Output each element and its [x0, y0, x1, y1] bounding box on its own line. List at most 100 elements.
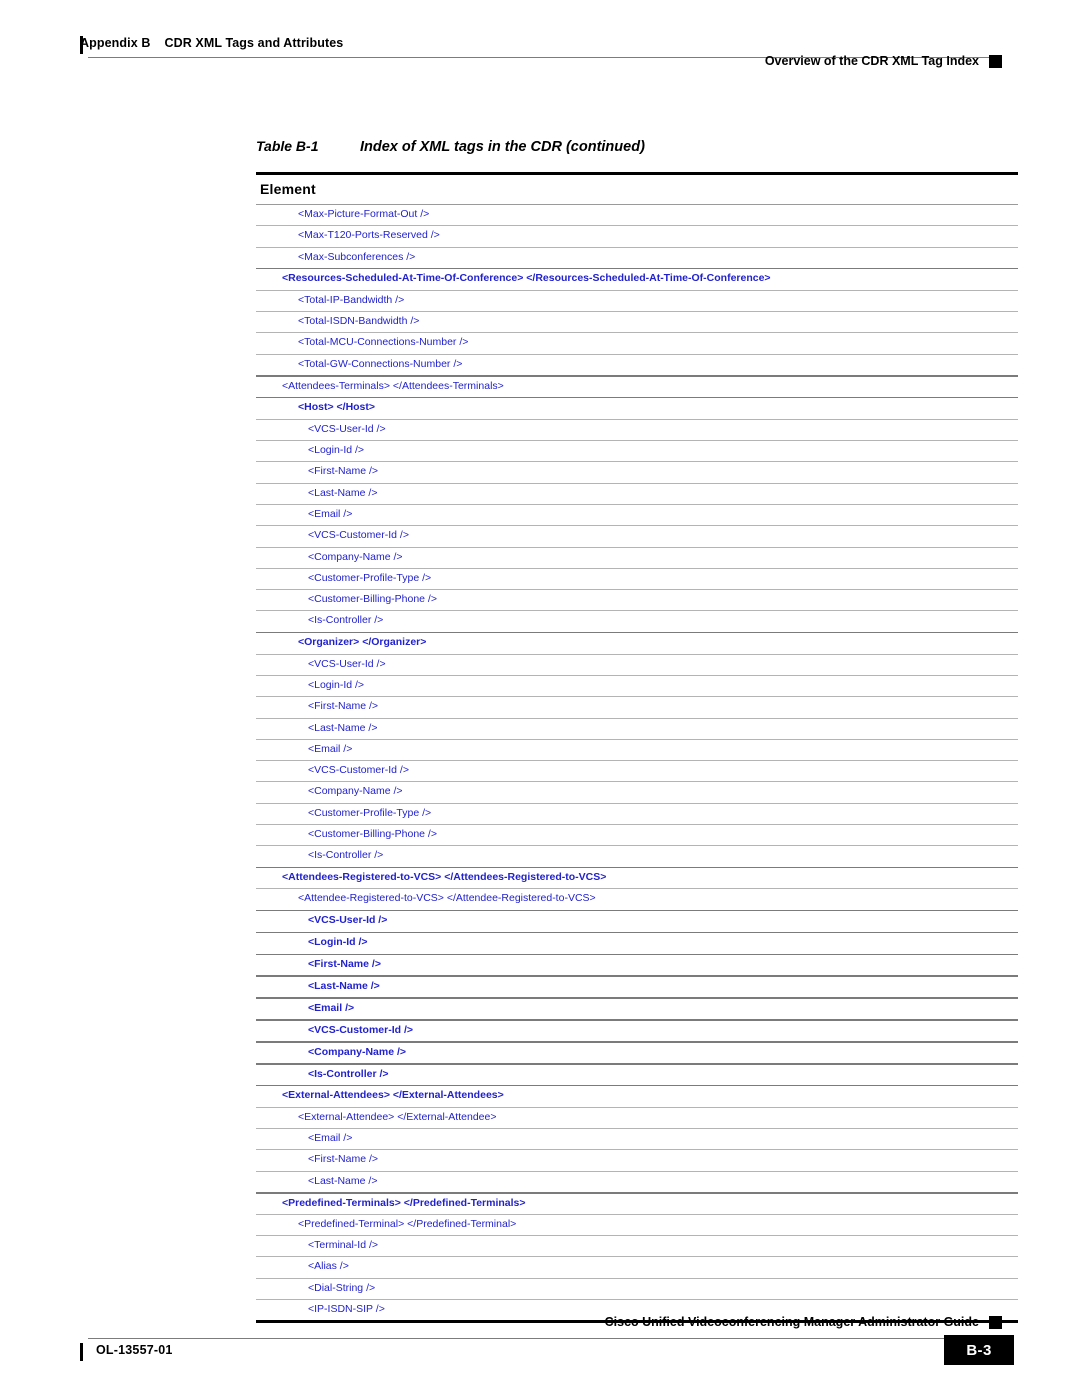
- footer-change-bar: [80, 1343, 83, 1361]
- table-row: <VCS-Customer-Id />: [256, 526, 1018, 546]
- table-cell-element-tag: <First-Name />: [308, 465, 379, 478]
- table-cell-element-tag: <External-Attendees> </External-Attendee…: [282, 1089, 504, 1102]
- table-cell-element-tag: <VCS-Customer-Id />: [308, 1023, 414, 1036]
- table-row: <Organizer> </Organizer>: [256, 633, 1018, 653]
- table-cell-element-tag: <Login-Id />: [308, 936, 368, 949]
- table-row: <Last-Name />: [256, 977, 1018, 997]
- table-column-header-element: Element: [260, 180, 316, 197]
- table-cell-element-tag: <Is-Controller />: [308, 614, 384, 627]
- table-row: <Alias />: [256, 1257, 1018, 1277]
- table-cell-element-tag: <Last-Name />: [308, 1174, 378, 1187]
- table-cell-element-tag: <Predefined-Terminal> </Predefined-Termi…: [298, 1217, 517, 1230]
- table-cell-element-tag: <Customer-Profile-Type />: [308, 806, 432, 819]
- footer-document-id: OL-13557-01: [96, 1343, 173, 1357]
- table-cell-element-tag: <Company-Name />: [308, 785, 403, 798]
- table-row: <Email />: [256, 740, 1018, 760]
- table-row: <Customer-Profile-Type />: [256, 569, 1018, 589]
- table-cell-element-tag: <Login-Id />: [308, 678, 365, 691]
- table-row: <Total-GW-Connections-Number />: [256, 355, 1018, 375]
- table-cell-element-tag: <Attendee-Registered-to-VCS> </Attendee-…: [298, 892, 596, 905]
- table-row: <Last-Name />: [256, 1172, 1018, 1192]
- table-cell-element-tag: <Terminal-Id />: [308, 1239, 379, 1252]
- table-row: <Max-T120-Ports-Reserved />: [256, 226, 1018, 246]
- table-row: <First-Name />: [256, 1150, 1018, 1170]
- header-appendix-label: Appendix B: [80, 36, 151, 50]
- table-row: <Company-Name />: [256, 1043, 1018, 1063]
- table-cell-element-tag: <Predefined-Terminals> </Predefined-Term…: [282, 1196, 526, 1209]
- table-cell-element-tag: <VCS-User-Id />: [308, 657, 386, 670]
- table-row: <VCS-Customer-Id />: [256, 761, 1018, 781]
- table-row: <Customer-Billing-Phone />: [256, 825, 1018, 845]
- table-cell-element-tag: <VCS-Customer-Id />: [308, 764, 409, 777]
- table-cell-element-tag: <VCS-Customer-Id />: [308, 529, 409, 542]
- table-row: <Max-Picture-Format-Out />: [256, 205, 1018, 225]
- table-cell-element-tag: <VCS-User-Id />: [308, 914, 388, 927]
- table-row: <Host> </Host>: [256, 398, 1018, 418]
- table-row: <First-Name />: [256, 462, 1018, 482]
- table-row: <Email />: [256, 999, 1018, 1019]
- table-cell-element-tag: <Total-GW-Connections-Number />: [298, 357, 463, 370]
- table-row: <Email />: [256, 1129, 1018, 1149]
- footer-page-number: B-3: [944, 1335, 1014, 1365]
- table-cell-element-tag: <Customer-Billing-Phone />: [308, 827, 437, 840]
- table-row: <VCS-User-Id />: [256, 911, 1018, 931]
- table-caption: Table B-1 Index of XML tags in the CDR (…: [256, 138, 645, 155]
- table-cell-element-tag: <Max-Subconferences />: [298, 250, 416, 263]
- table-row: <Company-Name />: [256, 782, 1018, 802]
- table-row: <Is-Controller />: [256, 611, 1018, 631]
- table-cell-element-tag: <Max-T120-Ports-Reserved />: [298, 229, 440, 242]
- table-cell-element-tag: <Is-Controller />: [308, 1067, 389, 1080]
- table-cell-element-tag: <Last-Name />: [308, 486, 378, 499]
- table-row: <Attendees-Terminals> </Attendees-Termin…: [256, 377, 1018, 397]
- table-cell-element-tag: <VCS-User-Id />: [308, 422, 386, 435]
- table-cell-element-tag: <Company-Name />: [308, 550, 403, 563]
- table-row: <Login-Id />: [256, 676, 1018, 696]
- header-breadcrumb: Appendix B CDR XML Tags and Attributes: [80, 36, 343, 50]
- table-row: <Login-Id />: [256, 441, 1018, 461]
- footer-divider: [88, 1338, 993, 1339]
- table-cell-element-tag: <Login-Id />: [308, 444, 365, 457]
- table-row: <VCS-User-Id />: [256, 655, 1018, 675]
- table-cell-element-tag: <Customer-Profile-Type />: [308, 571, 432, 584]
- table-row: <Terminal-Id />: [256, 1236, 1018, 1256]
- black-square-icon: [989, 54, 1002, 68]
- table-cell-element-tag: <Last-Name />: [308, 721, 378, 734]
- table-row: <Email />: [256, 505, 1018, 525]
- table-row: <Total-IP-Bandwidth />: [256, 291, 1018, 311]
- table-row: <Is-Controller />: [256, 1065, 1018, 1085]
- table-cell-element-tag: <First-Name />: [308, 1153, 379, 1166]
- table-cell-element-tag: <First-Name />: [308, 700, 379, 713]
- table-cell-element-tag: <First-Name />: [308, 958, 381, 971]
- table-row: <Login-Id />: [256, 933, 1018, 953]
- table-cell-element-tag: <Max-Picture-Format-Out />: [298, 208, 430, 220]
- table-row: <First-Name />: [256, 955, 1018, 975]
- table-cell-element-tag: <Organizer> </Organizer>: [298, 636, 427, 649]
- table-row: <Predefined-Terminals> </Predefined-Term…: [256, 1194, 1018, 1214]
- table-cell-element-tag: <Company-Name />: [308, 1045, 407, 1058]
- table-row: <Max-Subconferences />: [256, 248, 1018, 268]
- table-cell-element-tag: <Resources-Scheduled-At-Time-Of-Conferen…: [282, 272, 771, 285]
- table-cell-element-tag: <Total-MCU-Connections-Number />: [298, 336, 469, 349]
- table-row: <Total-MCU-Connections-Number />: [256, 333, 1018, 353]
- footer-guide-marker: Cisco Unified Videoconferencing Manager …: [605, 1315, 1002, 1329]
- table-row: <Last-Name />: [256, 719, 1018, 739]
- table-cell-element-tag: <Customer-Billing-Phone />: [308, 593, 437, 606]
- table-row: <Resources-Scheduled-At-Time-Of-Conferen…: [256, 269, 1018, 289]
- xml-tag-index-table: Element <Max-Picture-Format-Out /> <Max-T…: [256, 172, 1018, 1323]
- header-appendix-title: CDR XML Tags and Attributes: [164, 36, 344, 50]
- table-row: <External-Attendees> </External-Attendee…: [256, 1086, 1018, 1106]
- table-cell-element-tag: <Total-ISDN-Bandwidth />: [298, 315, 420, 328]
- table-row: <Last-Name />: [256, 484, 1018, 504]
- table-row: <External-Attendee> </External-Attendee>: [256, 1108, 1018, 1128]
- table-cell-element-tag: <Host> </Host>: [298, 401, 376, 414]
- table-row: <VCS-Customer-Id />: [256, 1021, 1018, 1041]
- header-section-marker: Overview of the CDR XML Tag Index: [765, 54, 1002, 68]
- page-running-footer: Cisco Unified Videoconferencing Manager …: [0, 1287, 1080, 1397]
- table-cell-element-tag: <Email />: [308, 507, 353, 520]
- table-caption-title: Index of XML tags in the CDR (continued): [360, 139, 645, 155]
- table-body: <Max-Picture-Format-Out /> <Max-T120-Port…: [256, 205, 1018, 1320]
- table-row: <Company-Name />: [256, 548, 1018, 568]
- table-row: <Attendee-Registered-to-VCS> </Attendee-…: [256, 889, 1018, 909]
- table-row: <Attendees-Registered-to-VCS> </Attendee…: [256, 868, 1018, 888]
- table-cell-element-tag: <Last-Name />: [308, 980, 380, 993]
